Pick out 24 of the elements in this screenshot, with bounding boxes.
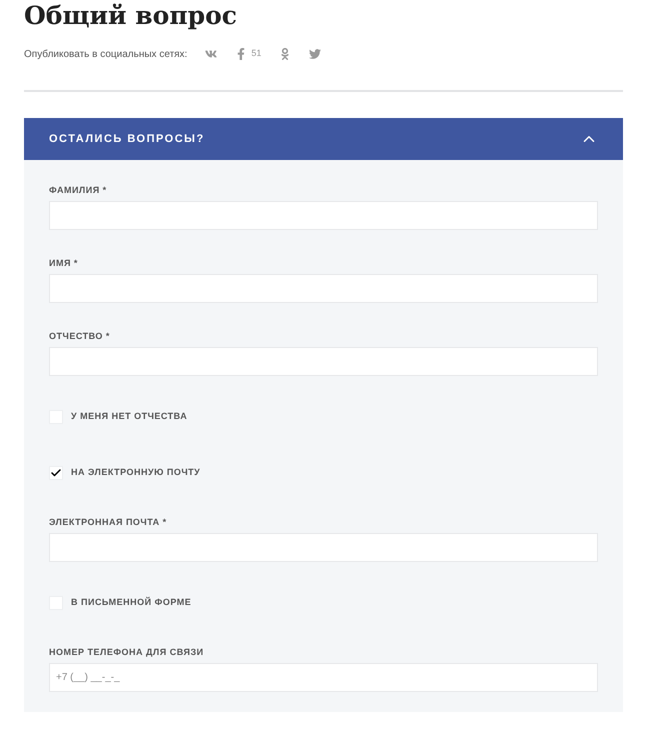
vk-icon [205, 48, 218, 60]
share-label: Опубликовать в социальных сетях: [24, 48, 188, 62]
field-label: ЭЛЕКТРОННАЯ ПОЧТА * [49, 516, 168, 528]
input-field[interactable] [49, 533, 598, 562]
checkbox-label: НА ЭЛЕКТРОННУЮ ПОЧТУ [71, 466, 200, 480]
input-field[interactable] [49, 274, 598, 303]
input-field[interactable] [49, 201, 598, 230]
twitter-icon [309, 48, 322, 60]
field-label: ИМЯ * [49, 257, 79, 269]
checkbox[interactable] [49, 466, 63, 480]
checkbox-label: У МЕНЯ НЕТ ОТЧЕСТВА [71, 410, 188, 424]
field-label: ФАМИЛИЯ * [49, 184, 108, 196]
input-field[interactable]: +7 (__) __-_-_ [49, 663, 598, 692]
accordion-header[interactable]: ОСТАЛИСЬ ВОПРОСЫ? [24, 118, 623, 160]
twitter-share-link[interactable] [309, 48, 322, 60]
input-field[interactable] [49, 347, 598, 376]
ok-icon [279, 48, 292, 60]
field-label: НОМЕР ТЕЛЕФОНА ДЛЯ СВЯЗИ [49, 646, 205, 658]
checkbox-label: В ПИСЬМЕННОЙ ФОРМЕ [71, 596, 192, 610]
vk-share-link[interactable] [205, 48, 218, 60]
page-title: Общий вопрос [24, 0, 238, 32]
check-icon [50, 467, 62, 479]
ok-share-link[interactable] [279, 48, 292, 60]
field-label: ОТЧЕСТВО * [49, 330, 111, 342]
